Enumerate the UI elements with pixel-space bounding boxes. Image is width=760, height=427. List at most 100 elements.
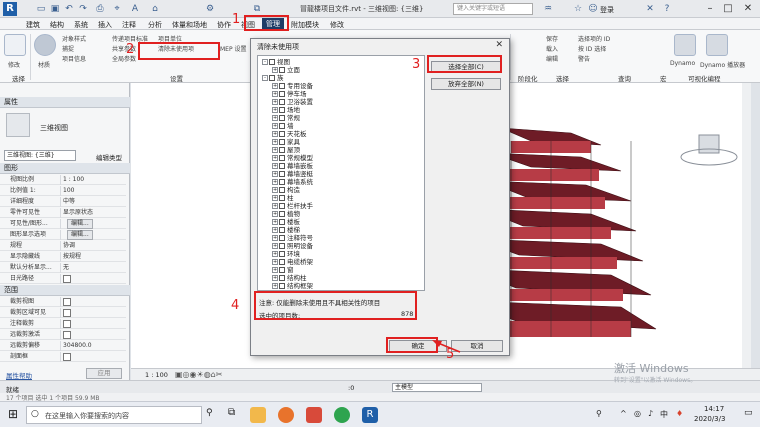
design-option-select[interactable]: 主模型 [392, 383, 482, 392]
tab-collaborate[interactable]: 协作 [217, 20, 231, 30]
expand-icon[interactable]: + [272, 131, 278, 137]
tree-checkbox[interactable] [279, 139, 285, 145]
tree-node[interactable]: -族 [262, 74, 284, 82]
expand-icon[interactable]: + [272, 219, 278, 225]
expand-icon[interactable]: + [272, 187, 278, 193]
app-icon[interactable] [306, 407, 322, 423]
open-icon[interactable]: ▭ [36, 4, 46, 14]
section-graphics[interactable]: 图形 [0, 163, 130, 174]
tree-checkbox[interactable] [279, 187, 285, 193]
tree-node[interactable]: + 天花板 [272, 130, 307, 138]
maximize-button[interactable]: □ [722, 3, 734, 15]
expand-icon[interactable]: + [272, 99, 278, 105]
save-selection-button[interactable]: 保存 [546, 34, 558, 43]
property-value[interactable] [60, 274, 124, 284]
tree-node[interactable]: - 视图 [262, 58, 290, 66]
taskbar-search[interactable]: ○ 在这里输入你要搜索的内容 [26, 406, 202, 424]
volume-icon[interactable]: ♪ [648, 409, 653, 418]
tree-node[interactable]: + 墙 [272, 122, 294, 130]
property-checkbox[interactable] [63, 352, 71, 361]
tree-node[interactable]: + 楼梯 [272, 226, 300, 234]
undo-icon[interactable]: ↶ [64, 4, 74, 14]
collapse-icon[interactable]: - [262, 59, 268, 65]
tree-checkbox[interactable] [269, 59, 275, 65]
tab-architecture[interactable]: 建筑 [26, 20, 40, 30]
tree-checkbox[interactable] [279, 283, 285, 289]
tree-node[interactable]: + 卫浴装置 [272, 98, 313, 106]
properties-help-link[interactable]: 属性帮助 [6, 370, 32, 380]
ime-language[interactable]: 中 [660, 409, 668, 420]
tree-checkbox[interactable] [279, 123, 285, 129]
apply-button[interactable]: 应用 [86, 368, 122, 379]
expand-icon[interactable]: + [272, 283, 278, 289]
deselect-all-button[interactable]: 放弃全部(N) [431, 78, 501, 90]
minimize-button[interactable]: – [704, 3, 716, 15]
property-edit-button[interactable]: 编辑... [67, 219, 93, 229]
tree-node[interactable]: + 构造 [272, 186, 300, 194]
type-name[interactable]: 三维视图 [40, 123, 68, 133]
expand-icon[interactable]: + [272, 163, 278, 169]
tree-checkbox[interactable] [279, 179, 285, 185]
tree-node[interactable]: + 柱 [272, 194, 294, 202]
property-value[interactable]: 按规程 [60, 252, 124, 262]
property-edit-button[interactable]: 编辑... [67, 230, 93, 240]
property-value[interactable]: 1 : 100 [60, 175, 124, 185]
dialog-close-icon[interactable]: ✕ [495, 40, 503, 50]
project-info-button[interactable]: 项目信息 [62, 54, 86, 63]
expand-icon[interactable]: + [272, 203, 278, 209]
edit-type-button[interactable]: 编辑类型 [96, 152, 122, 162]
tree-checkbox[interactable] [279, 155, 285, 161]
view-selector[interactable]: 三维视图: {三维} [4, 150, 76, 161]
tree-checkbox[interactable] [279, 67, 285, 73]
tree-checkbox[interactable] [279, 251, 285, 257]
notification-icon[interactable]: ▭ [744, 408, 753, 418]
tab-insert[interactable]: 插入 [98, 20, 112, 30]
material-icon[interactable] [34, 34, 56, 56]
view-controls-icon[interactable]: ▣◎◉☀◍⌂✂ [175, 370, 222, 379]
tree-node[interactable]: + 注释符号 [272, 234, 313, 242]
switch-windows-icon[interactable]: ⧉ [252, 4, 262, 14]
property-value[interactable]: 显示原状态 [60, 208, 124, 218]
dynamo-icon[interactable] [674, 34, 696, 56]
property-value[interactable]: 304800.0 [60, 341, 124, 351]
expand-icon[interactable]: + [272, 275, 278, 281]
property-value[interactable] [60, 297, 124, 307]
search-input[interactable]: 键入关键字或短语 [453, 3, 533, 15]
revit-logo[interactable]: R [3, 2, 17, 16]
redo-icon[interactable]: ↷ [78, 4, 88, 14]
tree-node[interactable]: + 常规模型 [272, 154, 313, 162]
load-selection-button[interactable]: 载入 [546, 44, 558, 53]
tree-checkbox[interactable] [279, 107, 285, 113]
tree-node[interactable]: + 照明设备 [272, 242, 313, 250]
tree-checkbox[interactable] [279, 227, 285, 233]
tree-node[interactable]: + 专用设备 [272, 82, 313, 90]
object-styles-button[interactable]: 对象样式 [62, 34, 86, 43]
dynamo-player-icon[interactable] [706, 34, 728, 56]
text-icon[interactable]: A [130, 4, 140, 14]
tree-checkbox[interactable] [269, 75, 275, 81]
tree-node[interactable]: + 家具 [272, 138, 300, 146]
expand-icon[interactable]: + [272, 123, 278, 129]
revit-taskbar-icon[interactable]: R [362, 407, 378, 423]
tab-structure[interactable]: 结构 [50, 20, 64, 30]
user-tray-icon[interactable]: ⚲ [596, 409, 602, 418]
property-value[interactable] [60, 308, 124, 318]
expand-icon[interactable]: + [272, 243, 278, 249]
property-value[interactable]: 编辑... [60, 230, 124, 240]
print-icon[interactable]: ⎙ [95, 4, 105, 14]
close-button[interactable]: ✕ [742, 3, 754, 15]
tree-checkbox[interactable] [279, 195, 285, 201]
expand-icon[interactable]: + [272, 147, 278, 153]
expand-icon[interactable]: + [272, 155, 278, 161]
tree-checkbox[interactable] [279, 235, 285, 241]
expand-icon[interactable]: + [272, 251, 278, 257]
network-icon[interactable]: ◎ [634, 409, 641, 418]
mic-icon[interactable]: ⚲ [206, 408, 213, 418]
view-scale[interactable]: 1 : 100 [145, 371, 168, 379]
property-value[interactable] [60, 352, 124, 362]
expand-icon[interactable]: + [272, 91, 278, 97]
tree-checkbox[interactable] [279, 147, 285, 153]
purge-tree[interactable]: - 视图 + 立面 - 族 + 专用设备 + 停车场 + 卫浴装置 + 场地 + 常规 + 墙 + 天花板 + 家具 + 屋顶… [257, 55, 425, 291]
tree-checkbox[interactable] [279, 99, 285, 105]
user-icon[interactable]: ☺ [588, 4, 598, 14]
